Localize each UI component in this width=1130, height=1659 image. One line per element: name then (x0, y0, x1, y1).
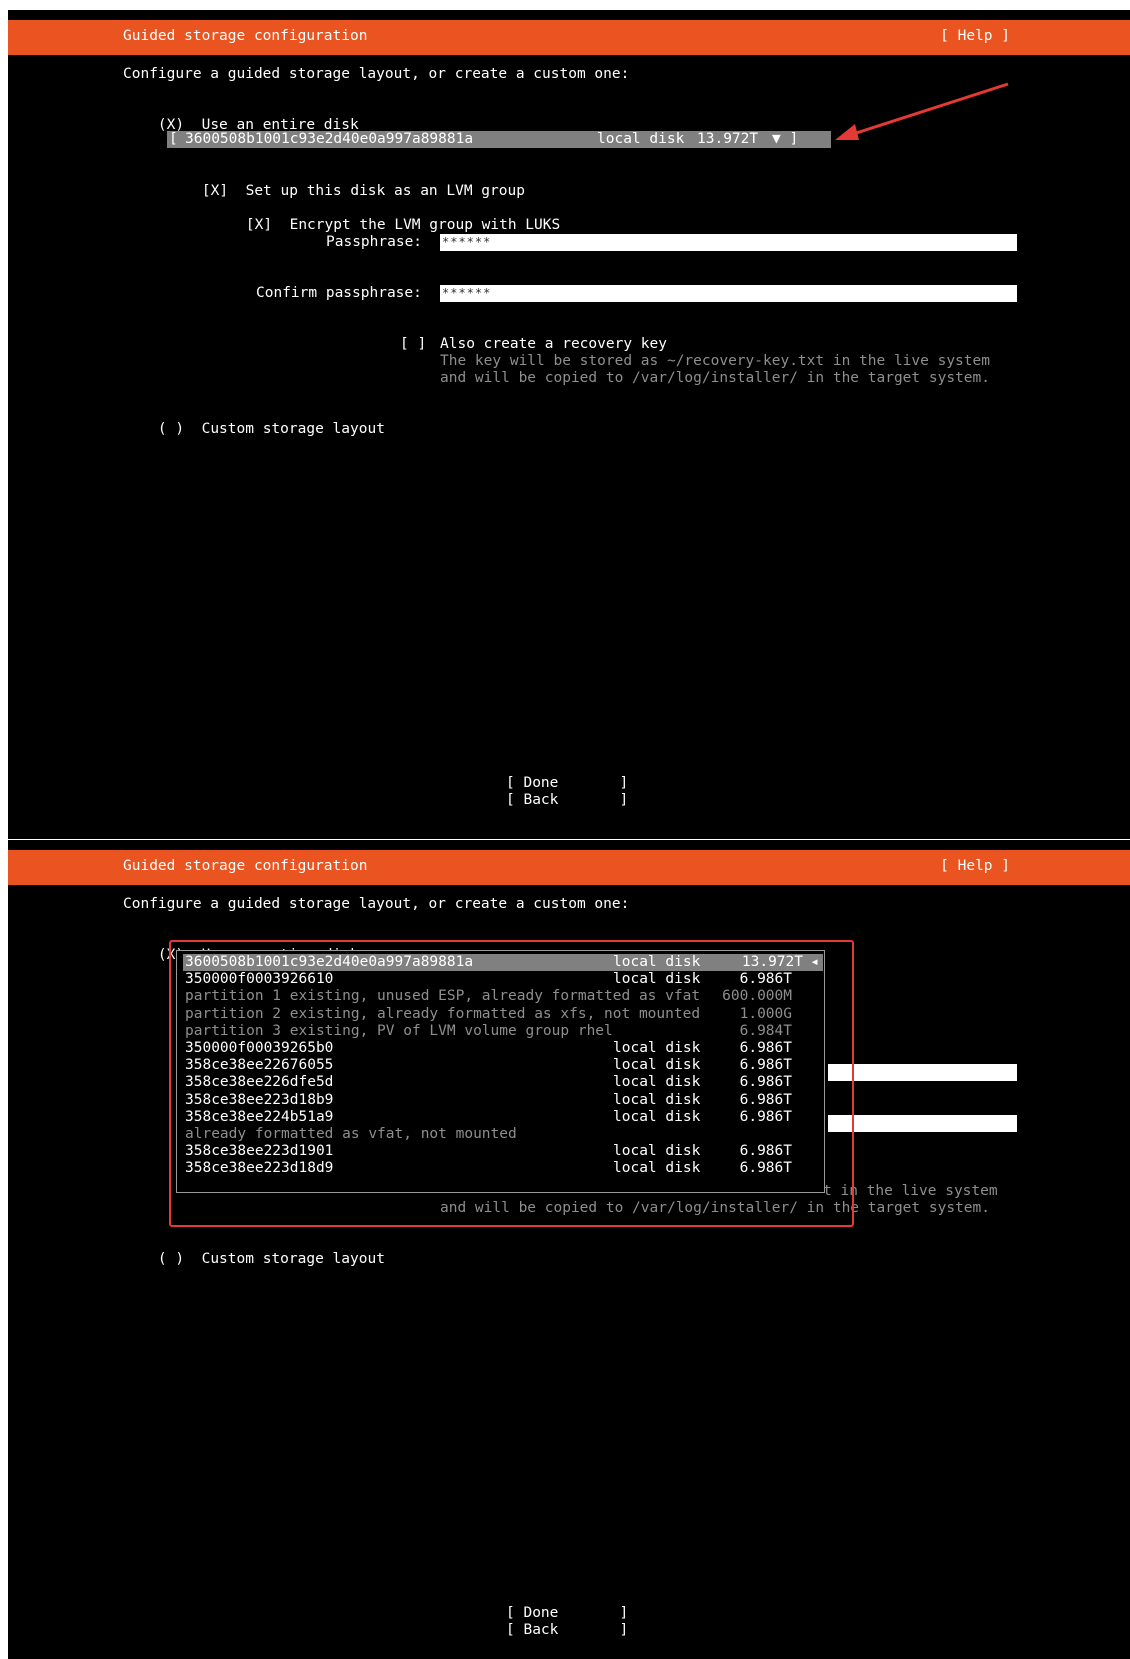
recovery-key-help-1: The key will be stored as ~/recovery-key… (440, 353, 990, 369)
disk-selector-id: 3600508b1001c93e2d40e0a997a89881a (185, 131, 474, 147)
lvm-label: Set up this disk as an LVM group (245, 183, 525, 199)
disk-selector-size: 13.972T (697, 131, 759, 147)
title-bar: Guided storage configuration [ Help ] (8, 850, 1130, 885)
passphrase-input[interactable]: ****** (440, 234, 1017, 251)
annotation-arrow-icon (835, 82, 1009, 140)
done-button[interactable]: [ Done ] (506, 775, 628, 792)
back-button[interactable]: [ Back ] (506, 792, 628, 809)
dropdown-arrow-icon: ▼ ] (772, 131, 799, 147)
radio-mark: ( ) (157, 1251, 185, 1267)
custom-layout-radio[interactable]: ( ) Custom storage layout (123, 404, 385, 455)
confirm-passphrase-input[interactable] (828, 1115, 1017, 1132)
help-button[interactable]: [ Help ] (940, 28, 1010, 44)
done-button[interactable]: [ Done ] (506, 1605, 628, 1622)
screen-title: Guided storage configuration (123, 28, 368, 44)
disk-selector-open: [ (169, 131, 187, 147)
confirm-passphrase-value: ****** (442, 286, 492, 300)
back-button[interactable]: [ Back ] (506, 1622, 628, 1639)
installer-screen-collapsed: Guided storage configuration [ Help ] Co… (8, 10, 1130, 839)
encrypt-check-mark: [X] (245, 217, 273, 233)
disk-selector-type: local disk (597, 131, 685, 147)
title-bar: Guided storage configuration [ Help ] (8, 20, 1130, 55)
lvm-check-mark: [X] (201, 183, 229, 199)
confirm-passphrase-label: Confirm passphrase: (256, 285, 422, 301)
annotation-highlight-box (169, 940, 854, 1227)
encrypt-label: Encrypt the LVM group with LUKS (289, 217, 561, 233)
confirm-passphrase-input[interactable]: ****** (440, 285, 1017, 302)
intro-text: Configure a guided storage layout, or cr… (123, 896, 630, 912)
passphrase-label: Passphrase: (326, 234, 423, 250)
recovery-key-checkbox[interactable]: [ ] (400, 336, 426, 353)
radio-label: Custom storage layout (201, 421, 385, 437)
passphrase-input[interactable] (828, 1064, 1017, 1081)
custom-layout-radio[interactable]: ( ) Custom storage layout (123, 1234, 385, 1285)
installer-screen-expanded: Guided storage configuration [ Help ] Co… (8, 840, 1130, 1659)
radio-mark: ( ) (157, 421, 185, 437)
passphrase-value: ****** (442, 235, 492, 249)
intro-text: Configure a guided storage layout, or cr… (123, 66, 630, 82)
recovery-key-help-2: and will be copied to /var/log/installer… (440, 370, 990, 386)
disk-selector[interactable]: [ 3600508b1001c93e2d40e0a997a89881a loca… (167, 131, 831, 148)
recovery-key-label: Also create a recovery key (440, 336, 667, 352)
help-button[interactable]: [ Help ] (940, 858, 1010, 874)
screen-title: Guided storage configuration (123, 858, 368, 874)
radio-label: Custom storage layout (201, 1251, 385, 1267)
